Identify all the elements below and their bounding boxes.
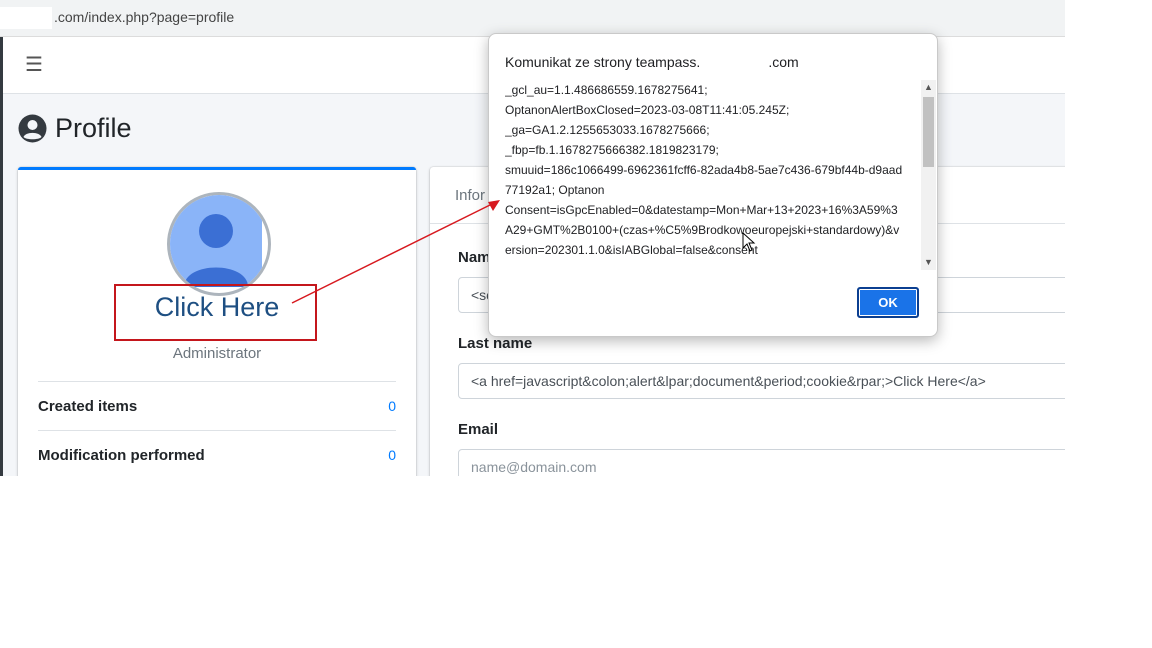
stat-row: Created items 0 <box>38 381 396 430</box>
avatar <box>167 192 271 296</box>
stat-row: Modification performed 0 <box>38 430 396 476</box>
profile-card: Click Here Administrator Created items 0… <box>18 167 416 476</box>
scroll-thumb[interactable] <box>923 97 934 167</box>
name-label: Nam <box>458 249 491 266</box>
address-bar[interactable]: .com/index.php?page=profile <box>0 0 1065 37</box>
email-label: Email <box>458 421 499 438</box>
annotation-highlight-box <box>114 284 317 341</box>
redacted-domain <box>0 7 52 29</box>
url-text[interactable]: .com/index.php?page=profile <box>54 9 234 25</box>
stat-value[interactable]: 0 <box>388 398 396 414</box>
lastname-field[interactable] <box>458 363 1065 399</box>
page-title: Profile <box>55 112 132 143</box>
user-avatar-icon <box>170 195 262 287</box>
user-role: Administrator <box>172 345 262 362</box>
tab-information[interactable]: Infor <box>455 187 485 204</box>
scroll-up-icon[interactable]: ▲ <box>921 80 936 95</box>
email-field[interactable] <box>458 449 1065 476</box>
sidebar-edge <box>0 37 3 476</box>
dialog-title-prefix: Komunikat ze strony teampass. <box>505 54 701 70</box>
dialog-title-suffix: .com <box>768 54 799 70</box>
scroll-down-icon[interactable]: ▼ <box>921 255 936 270</box>
dialog-scrollbar[interactable]: ▲ ▼ <box>921 80 936 270</box>
dialog-message: _gcl_au=1.1.486686559.1678275641; Optano… <box>505 83 903 257</box>
browser-screenshot: .com/index.php?page=profile ☰ Profile Cl… <box>0 0 1065 476</box>
dialog-title: Komunikat ze strony teampass. .com <box>505 54 799 70</box>
lastname-label: Last name <box>458 335 533 352</box>
mouse-cursor-icon <box>742 232 756 252</box>
ok-button[interactable]: OK <box>857 287 919 318</box>
alert-dialog: Komunikat ze strony teampass. .com _gcl_a… <box>488 33 938 337</box>
user-circle-icon <box>18 114 47 142</box>
page-header: Profile <box>18 108 132 148</box>
stat-label: Modification performed <box>38 447 205 464</box>
hamburger-icon[interactable]: ☰ <box>25 52 43 77</box>
stat-label: Created items <box>38 398 138 415</box>
stat-value[interactable]: 0 <box>388 447 396 463</box>
